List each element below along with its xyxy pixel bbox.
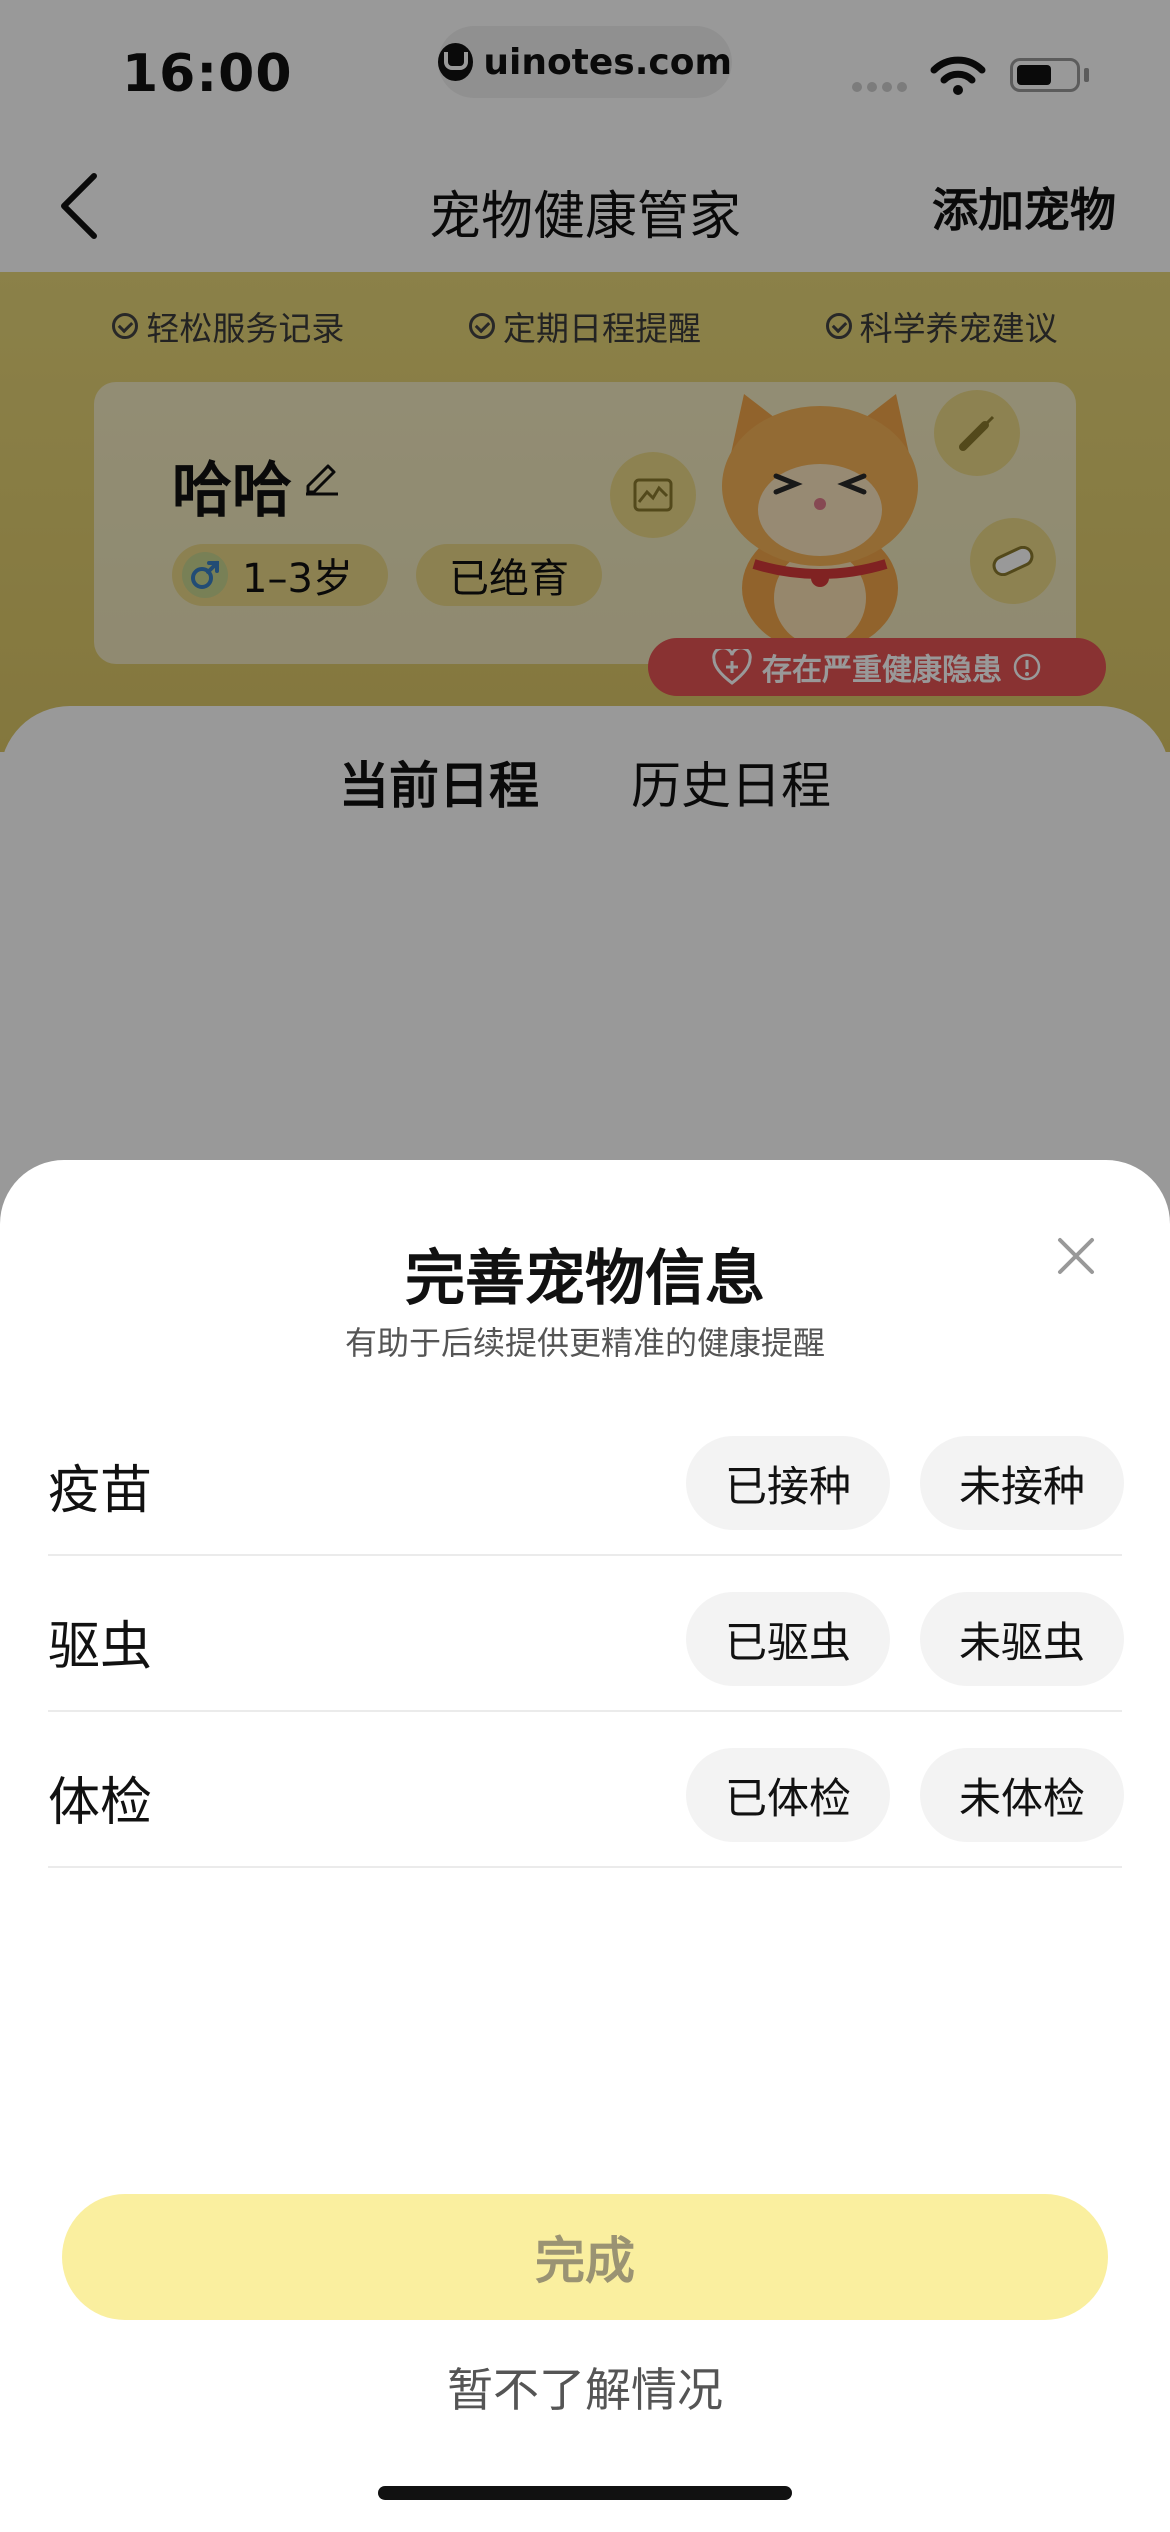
sheet-subtitle: 有助于后续提供更精准的健康提醒 xyxy=(344,1324,825,1362)
vaccine-row: 疫苗 已接种 未接种 xyxy=(48,1400,1124,1556)
not-vaccinated-option[interactable]: 未接种 xyxy=(920,1436,1124,1530)
checked-up-option[interactable]: 已体检 xyxy=(686,1748,890,1842)
close-icon[interactable] xyxy=(1054,1234,1098,1278)
sheet-title: 完善宠物信息 xyxy=(405,1244,765,1314)
vaccine-label: 疫苗 xyxy=(48,1461,153,1521)
deworm-row: 驱虫 已驱虫 未驱虫 xyxy=(48,1556,1124,1712)
dewormed-option[interactable]: 已驱虫 xyxy=(686,1592,890,1686)
deworm-label: 驱虫 xyxy=(48,1617,153,1677)
home-indicator xyxy=(378,2486,792,2500)
not-dewormed-option[interactable]: 未驱虫 xyxy=(920,1592,1124,1686)
checkup-label: 体检 xyxy=(48,1773,153,1833)
checkup-row: 体检 已体检 未体检 xyxy=(48,1712,1124,1868)
vaccinated-option[interactable]: 已接种 xyxy=(686,1436,890,1530)
done-button[interactable]: 完成 xyxy=(62,2194,1108,2320)
pet-info-sheet: 完善宠物信息 有助于后续提供更精准的健康提醒 疫苗 已接种 未接种 驱虫 已驱虫… xyxy=(0,1160,1170,2532)
not-checked-up-option[interactable]: 未体检 xyxy=(920,1748,1124,1842)
skip-button[interactable]: 暂不了解情况 xyxy=(0,2354,1170,2420)
